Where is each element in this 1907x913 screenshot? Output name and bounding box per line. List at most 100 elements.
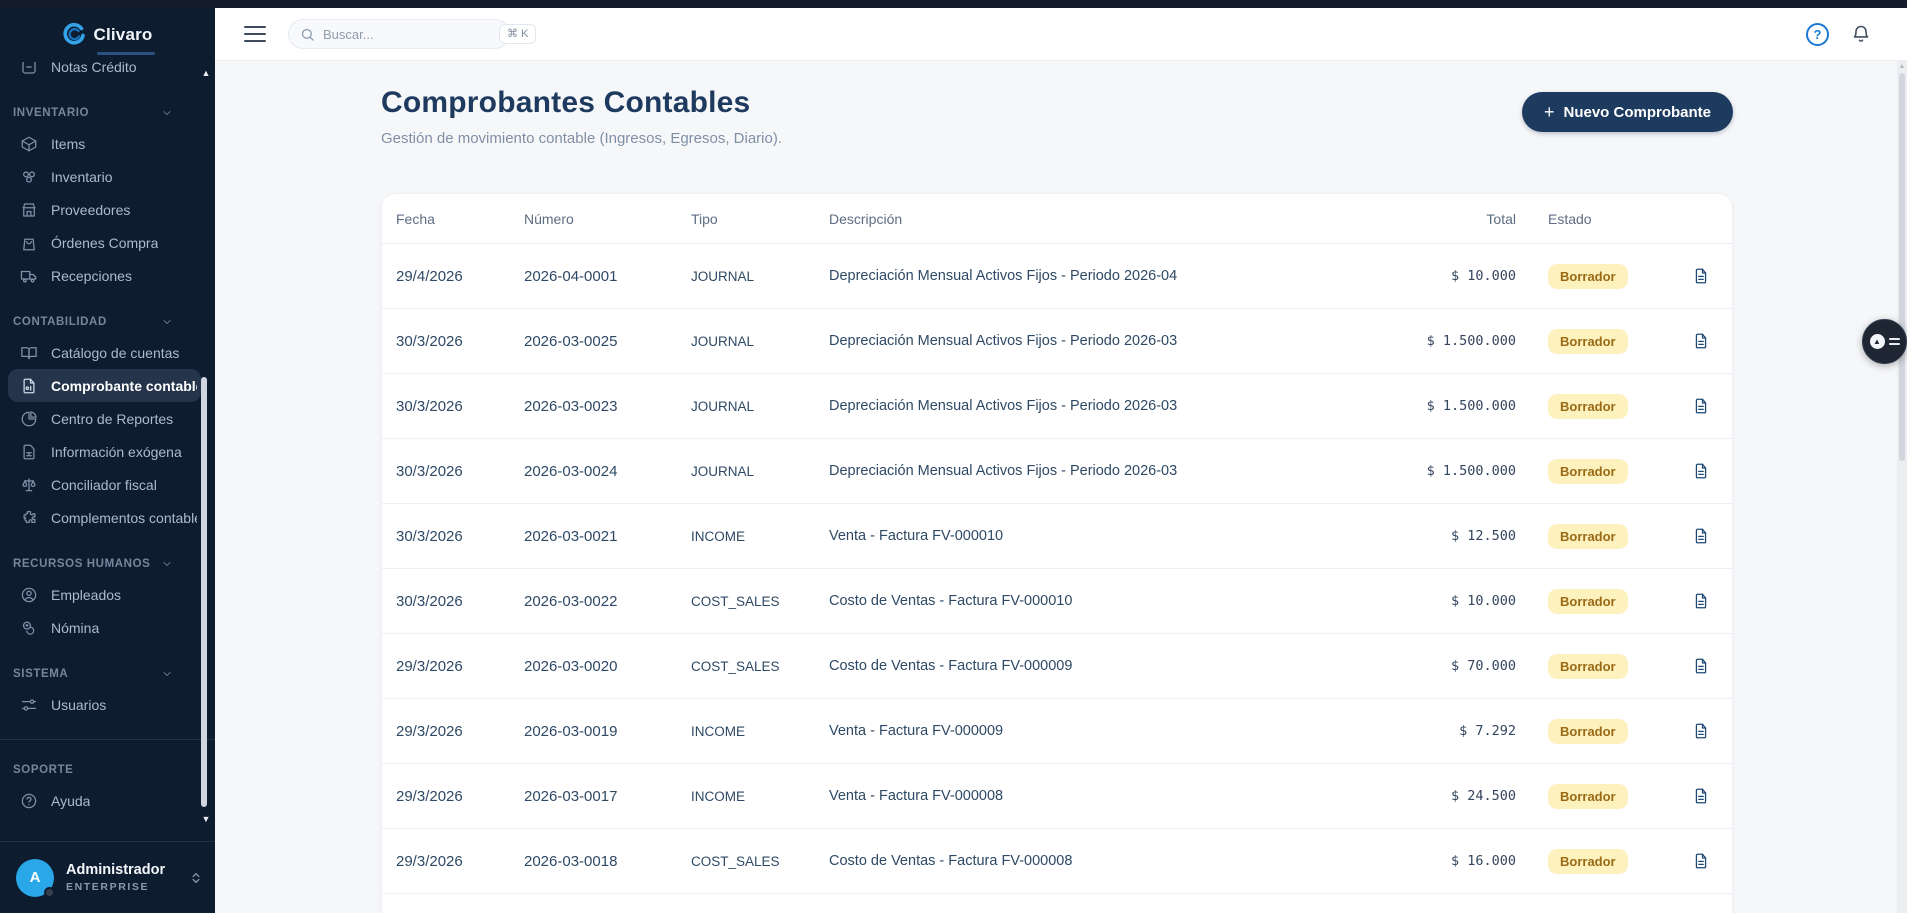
new-voucher-button[interactable]: + Nuevo Comprobante <box>1521 92 1733 132</box>
sidebar-item--rdenes-compra[interactable]: Órdenes Compra <box>0 226 215 259</box>
cell-total: $ 1.500.000 <box>1426 398 1516 414</box>
brand-name: Clivaro <box>93 24 153 44</box>
sidebar-section-1[interactable]: CONTABILIDAD <box>0 308 215 336</box>
sidebar-section-3[interactable]: SISTEMA <box>0 660 215 688</box>
file-text-icon[interactable] <box>1692 787 1710 805</box>
sidebar-section-4[interactable]: SOPORTE <box>0 756 215 784</box>
sidebar-scrollbar[interactable] <box>201 377 207 807</box>
table-row[interactable]: 30/3/2026 2026-03-0022 COST_SALES Costo de … <box>382 569 1732 634</box>
sidebar-item-empleados[interactable]: Empleados <box>0 578 215 611</box>
cell-total: $ 7.292 <box>1459 723 1516 739</box>
cell-numero: 2026-03-0023 <box>524 397 618 415</box>
sidebar: Clivaro Notas Crédito INVENTARIO Items Inve… <box>0 8 215 913</box>
sidebar-item-items[interactable]: Items <box>0 127 215 160</box>
cell-fecha: 29/3/2026 <box>396 852 463 870</box>
sidebar-divider <box>0 739 215 740</box>
sidebar-item-recepciones[interactable]: Recepciones <box>0 259 215 292</box>
sidebar-item-proveedores[interactable]: Proveedores <box>0 193 215 226</box>
sidebar-item-conciliador-fiscal[interactable]: Conciliador fiscal <box>0 468 215 501</box>
cell-fecha: 30/3/2026 <box>396 527 463 545</box>
cell-numero: 2026-03-0017 <box>524 787 618 805</box>
sidebar-section-2[interactable]: RECURSOS HUMANOS <box>0 550 215 578</box>
devtools-floating-button[interactable]: ▲ <box>1862 319 1907 364</box>
sidebar-item-usuarios[interactable]: Usuarios <box>0 688 215 721</box>
clivaro-logo-icon <box>62 22 86 46</box>
sidebar-section-title: INVENTARIO <box>13 107 90 119</box>
cell-descripcion: Depreciación Mensual Activos Fijos - Per… <box>829 398 1178 414</box>
page-scrollbar[interactable]: ▲ <box>1897 61 1907 913</box>
chevron-down-icon <box>161 316 173 328</box>
cell-numero: 2026-04-0001 <box>524 267 618 285</box>
table-row[interactable]: 29/3/2026 2026-03-0017 INCOME Venta - Factu… <box>382 764 1732 829</box>
file-text-icon[interactable] <box>1692 527 1710 545</box>
menu-toggle-button[interactable] <box>244 26 266 42</box>
status-badge: Borrador <box>1548 393 1628 419</box>
status-badge: Borrador <box>1548 848 1628 874</box>
table-row[interactable]: 30/3/2026 2026-03-0024 JOURNAL Depreciación… <box>382 439 1732 504</box>
user-menu[interactable]: A Administrador ENTERPRISE <box>0 841 215 913</box>
sidebar-item-complementos-contables[interactable]: Complementos contables <box>0 501 215 534</box>
cell-fecha: 30/3/2026 <box>396 462 463 480</box>
table-row[interactable]: 29/4/2026 2026-04-0001 JOURNAL Depreciación… <box>382 244 1732 309</box>
sidebar-item-notas-credito[interactable]: Notas Crédito <box>0 62 215 83</box>
status-badge: Borrador <box>1548 588 1628 614</box>
user-circle-icon <box>20 586 38 604</box>
cell-fecha: 29/3/2026 <box>396 722 463 740</box>
notifications-bell-icon[interactable] <box>1851 24 1871 44</box>
status-badge: Borrador <box>1548 718 1628 744</box>
cell-total: $ 10.000 <box>1450 268 1516 284</box>
minus-square-icon <box>20 62 38 76</box>
user-plan-badge: ENTERPRISE <box>66 881 150 894</box>
sidebar-item-ayuda[interactable]: Ayuda <box>0 784 215 817</box>
sidebar-item-n-mina[interactable]: Nómina <box>0 611 215 644</box>
sidebar-item-label: Empleados <box>51 586 122 603</box>
file-text-icon[interactable] <box>1692 267 1710 285</box>
cell-descripcion: Depreciación Mensual Activos Fijos - Per… <box>829 333 1178 349</box>
sidebar-item-inventario[interactable]: Inventario <box>0 160 215 193</box>
table-row[interactable]: 30/3/2026 2026-03-0025 JOURNAL Depreciación… <box>382 309 1732 374</box>
sidebar-item-centro-de-reportes[interactable]: Centro de Reportes <box>0 402 215 435</box>
sidebar-item-comprobante-contable[interactable]: Comprobante contable <box>8 369 201 402</box>
table-row[interactable]: 29/3/2026 2026-03-0020 COST_SALES Costo de … <box>382 634 1732 699</box>
table-row[interactable]: 29/3/2026 2026-03-0018 COST_SALES Costo de … <box>382 829 1732 894</box>
sidebar-scroll-up-arrow[interactable]: ▲ <box>199 68 213 78</box>
file-text-icon[interactable] <box>1692 852 1710 870</box>
file-text-icon[interactable] <box>1692 397 1710 415</box>
page-subtitle: Gestión de movimiento contable (Ingresos… <box>381 130 783 147</box>
global-search[interactable]: ⌘ K <box>288 19 537 49</box>
file-text-icon[interactable] <box>1692 657 1710 675</box>
file-text-icon[interactable] <box>1692 722 1710 740</box>
sidebar-item-label: Ayuda <box>51 792 91 809</box>
scrollbar-thumb[interactable] <box>1899 73 1905 461</box>
cell-descripcion: Venta - Factura FV-000008 <box>829 788 1004 804</box>
table-row[interactable]: 30/3/2026 2026-03-0023 JOURNAL Depreciación… <box>382 374 1732 439</box>
cell-numero: 2026-03-0019 <box>524 722 618 740</box>
sidebar-item-cat-logo-de-cuentas[interactable]: Catálogo de cuentas <box>0 336 215 369</box>
search-input[interactable] <box>323 26 499 42</box>
scrollbar-up-arrow[interactable]: ▲ <box>1898 63 1906 71</box>
cell-descripcion: Costo de Ventas - Factura FV-000009 <box>829 658 1073 674</box>
file-text-icon[interactable] <box>1692 332 1710 350</box>
help-icon[interactable]: ? <box>1806 22 1829 46</box>
puzzle-icon <box>20 509 38 527</box>
help-circle-icon <box>20 792 38 810</box>
pie-chart-icon <box>20 410 38 428</box>
sidebar-item-label: Conciliador fiscal <box>51 476 157 493</box>
sidebar-scroll-down-arrow[interactable]: ▼ <box>199 814 213 824</box>
sidebar-item-informaci-n-ex-gena[interactable]: Información exógena <box>0 435 215 468</box>
cell-numero: 2026-03-0025 <box>524 332 618 350</box>
table-row[interactable]: 29/3/20262026-03-0016COST_SALESCosto de … <box>382 894 1732 913</box>
cell-fecha: 29/3/2026 <box>396 657 463 675</box>
cell-tipo: JOURNAL <box>691 333 755 349</box>
cell-total: $ 10.000 <box>1450 593 1516 609</box>
cell-tipo: INCOME <box>691 788 745 804</box>
file-text-icon[interactable] <box>1692 462 1710 480</box>
column-header-tipo: Tipo <box>691 210 718 227</box>
cell-fecha: 30/3/2026 <box>396 397 463 415</box>
file-text-icon[interactable] <box>1692 592 1710 610</box>
cell-tipo: JOURNAL <box>691 268 755 284</box>
brand-logo[interactable]: Clivaro <box>0 8 215 54</box>
table-row[interactable]: 30/3/2026 2026-03-0021 INCOME Venta - Factu… <box>382 504 1732 569</box>
sidebar-section-0[interactable]: INVENTARIO <box>0 99 215 127</box>
table-row[interactable]: 29/3/2026 2026-03-0019 INCOME Venta - Factu… <box>382 699 1732 764</box>
